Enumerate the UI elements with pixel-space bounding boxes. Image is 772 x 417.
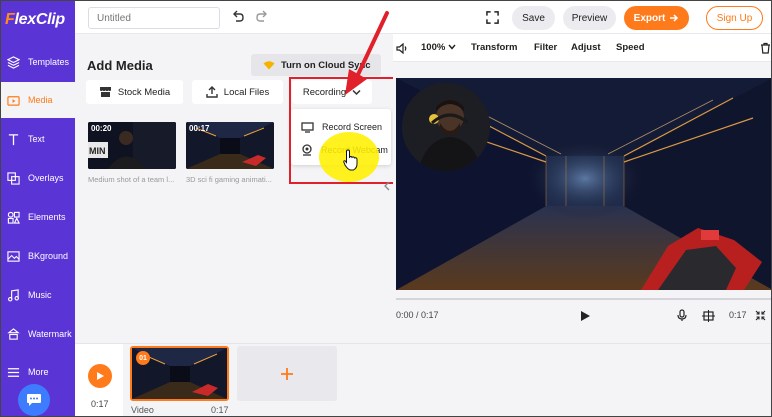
webcam-overlay[interactable] <box>402 83 490 171</box>
red-arrow-annotation <box>345 11 389 95</box>
transform-button[interactable]: Transform <box>471 42 517 53</box>
layers-icon <box>7 55 20 69</box>
timeline-controls: 0:17 <box>75 344 123 416</box>
chevron-left-icon <box>384 181 390 191</box>
preview-area: 100% Transform Filter Adjust Speed 0:00 … <box>393 34 771 343</box>
upload-icon <box>206 86 218 98</box>
top-bar: Save Preview Export Sign Up <box>75 1 771 34</box>
preview-toolbar: 100% Transform Filter Adjust Speed <box>393 34 771 62</box>
video-canvas[interactable] <box>396 78 771 290</box>
clip-number-badge: 01 <box>136 351 150 365</box>
speed-button[interactable]: Speed <box>616 42 645 53</box>
total-time: 0:17 <box>729 310 747 320</box>
export-button[interactable]: Export <box>624 6 689 30</box>
sidebar-item-text[interactable]: Text <box>1 121 75 157</box>
sidebar-item-templates[interactable]: Templates <box>1 44 75 80</box>
sidebar-item-music[interactable]: Music <box>1 277 75 313</box>
signup-button[interactable]: Sign Up <box>706 6 763 30</box>
store-icon <box>99 87 111 97</box>
timeline-clip[interactable]: 01 <box>130 346 229 401</box>
tab-stock-media[interactable]: Stock Media <box>86 80 183 104</box>
text-icon <box>8 133 19 145</box>
save-button[interactable]: Save <box>512 6 555 30</box>
timeline-play-button[interactable] <box>88 364 112 388</box>
media-folder-icon <box>7 95 20 106</box>
exit-fullscreen-icon[interactable] <box>755 310 766 321</box>
media-thumbnail-scifi[interactable]: 00:17 <box>186 122 274 169</box>
preview-button[interactable]: Preview <box>563 6 616 30</box>
sidebar-item-watermark[interactable]: Watermark <box>1 316 75 352</box>
sidebar-item-elements[interactable]: Elements <box>1 199 75 235</box>
trash-icon[interactable] <box>760 42 771 54</box>
timeline-time: 0:17 <box>91 399 109 409</box>
plus-icon <box>281 367 293 380</box>
undo-icon[interactable] <box>231 10 245 24</box>
background-icon <box>7 250 20 262</box>
sidebar-item-bkground[interactable]: BKground <box>1 238 75 274</box>
tab-local-files[interactable]: Local Files <box>192 80 283 104</box>
clip-label: Video <box>131 405 154 415</box>
volume-icon[interactable] <box>396 43 408 54</box>
microphone-icon[interactable] <box>676 309 688 322</box>
clip-duration: 0:17 <box>211 405 229 415</box>
video-scrubber[interactable] <box>396 298 771 300</box>
more-icon <box>7 367 20 377</box>
chevron-down-icon <box>448 44 456 50</box>
sidebar: FlexClip Templates Media Text Overlays E… <box>1 1 75 416</box>
svg-text:MIN: MIN <box>89 146 106 156</box>
panel-collapse-handle[interactable] <box>384 181 392 199</box>
add-clip-button[interactable] <box>237 346 337 401</box>
aspect-ratio-icon[interactable] <box>702 310 715 322</box>
chat-bubble-icon <box>27 394 41 406</box>
sidebar-item-media[interactable]: Media <box>1 82 75 118</box>
arrow-right-icon <box>670 14 679 22</box>
current-time: 0:00 / 0:17 <box>396 310 439 320</box>
fullscreen-icon[interactable] <box>486 11 499 24</box>
project-title-input[interactable] <box>88 7 220 29</box>
media-thumbnail-team[interactable]: MIN 00:20 <box>88 122 176 169</box>
play-icon <box>97 372 104 380</box>
timeline: 0:17 01 Video 0:17 <box>75 343 771 416</box>
elements-icon <box>7 211 20 224</box>
watermark-icon <box>7 327 20 340</box>
play-icon[interactable] <box>579 310 591 322</box>
media-duration: 00:17 <box>189 124 210 133</box>
flexclip-logo[interactable]: FlexClip <box>5 11 65 29</box>
chat-support-button[interactable] <box>18 384 50 416</box>
app-window: FlexClip Templates Media Text Overlays E… <box>0 0 772 417</box>
overlays-icon <box>7 171 20 185</box>
media-caption: Medium shot of a team l... <box>88 175 175 184</box>
zoom-selector[interactable]: 100% <box>421 42 456 53</box>
sidebar-item-overlays[interactable]: Overlays <box>1 160 75 196</box>
webcam-person-image <box>402 83 490 171</box>
wifi-icon <box>263 61 275 70</box>
redo-icon[interactable] <box>255 10 269 24</box>
media-duration: 00:20 <box>91 124 112 133</box>
adjust-button[interactable]: Adjust <box>571 42 601 53</box>
panel-title: Add Media <box>87 58 153 73</box>
media-caption: 3D sci fi gaming animati... <box>186 175 272 184</box>
filter-button[interactable]: Filter <box>534 42 557 53</box>
music-icon <box>8 288 19 301</box>
